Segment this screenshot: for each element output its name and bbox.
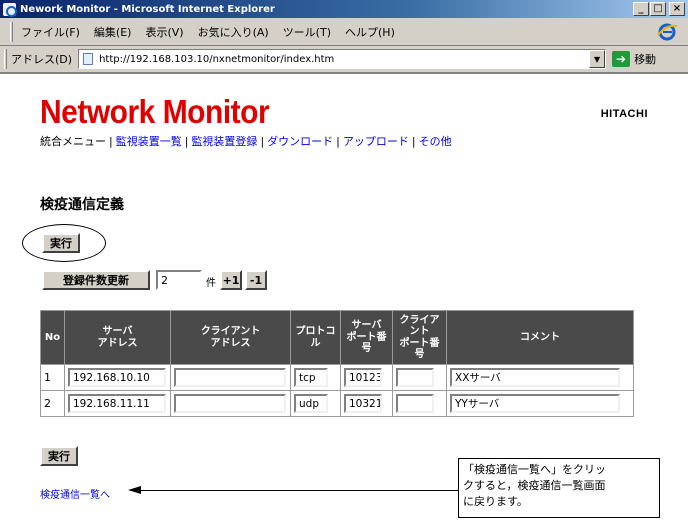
- client-address-input[interactable]: [174, 394, 286, 413]
- header-client-port: クライア ント ポート番 号: [392, 310, 447, 365]
- window-title: Nework Monitor - Microsoft Internet Expl…: [20, 3, 275, 15]
- nav-link-device-register[interactable]: 監視装置登録: [191, 135, 257, 148]
- table-header-row: No サーバ アドレス クライアント アドレス プロトコ ル サーバ ポート番 …: [40, 310, 634, 365]
- execute-button-top[interactable]: 実行: [42, 233, 80, 253]
- go-button[interactable]: ➔ 移動: [612, 51, 656, 67]
- address-input[interactable]: http://192.168.103.10/nxnetmonitor/index…: [78, 49, 607, 69]
- address-url: http://192.168.103.10/nxnetmonitor/index…: [99, 53, 335, 65]
- update-count-button[interactable]: 登録件数更新: [42, 270, 150, 290]
- hitachi-brand: HITACHI: [600, 108, 648, 120]
- window-controls: _ □ ×: [633, 2, 685, 16]
- increment-button[interactable]: +1: [220, 270, 242, 290]
- network-monitor-logo: Network Monitor: [40, 94, 270, 131]
- menu-edit[interactable]: 編集(E): [94, 24, 132, 40]
- menu-bar: ファイル(F) 編集(E) 表示(V) お気に入り(A) ツール(T) ヘルプ(…: [0, 18, 688, 46]
- toolbar-grip[interactable]: [4, 49, 7, 69]
- close-button[interactable]: ×: [669, 2, 685, 16]
- protocol-input[interactable]: udp: [294, 394, 328, 413]
- header-protocol: プロトコ ル: [290, 310, 341, 365]
- menu-view[interactable]: 表示(V): [145, 24, 183, 40]
- comment-input[interactable]: XXサーバ: [450, 368, 620, 387]
- comment-input[interactable]: YYサーバ: [450, 394, 620, 413]
- count-unit-label: 件: [206, 278, 216, 289]
- minimize-button[interactable]: _: [633, 2, 649, 16]
- menu-help[interactable]: ヘルプ(H): [345, 24, 395, 40]
- client-address-input[interactable]: [174, 368, 286, 387]
- menu-tools[interactable]: ツール(T): [283, 24, 331, 40]
- row-number: 1: [40, 364, 65, 391]
- server-address-input[interactable]: 192.168.10.10: [68, 368, 166, 387]
- server-port-input[interactable]: 10123: [344, 368, 382, 387]
- nav-link-upload[interactable]: アップロード: [343, 135, 409, 148]
- decrement-button[interactable]: -1: [245, 270, 267, 290]
- quarantine-table: No サーバ アドレス クライアント アドレス プロトコ ル サーバ ポート番 …: [40, 310, 634, 417]
- client-port-input[interactable]: [396, 368, 434, 387]
- ie-app-icon: [3, 2, 17, 17]
- nav-link-device-list[interactable]: 監視装置一覧: [116, 135, 182, 148]
- nav-link-other[interactable]: その他: [419, 135, 452, 148]
- title-bar: Nework Monitor - Microsoft Internet Expl…: [0, 0, 688, 18]
- page-title: 検疫通信定義: [40, 197, 124, 213]
- go-arrow-icon: ➔: [612, 51, 631, 67]
- menu-favorites[interactable]: お気に入り(A): [198, 24, 269, 40]
- toolbar-grip[interactable]: [10, 21, 13, 42]
- table-row: 2 192.168.11.11 udp 10321 YYサーバ: [40, 390, 634, 417]
- nav-integrated-menu: 統合メニュー: [40, 135, 106, 148]
- server-port-input[interactable]: 10321: [344, 394, 382, 413]
- server-address-input[interactable]: 192.168.11.11: [68, 394, 166, 413]
- header-server-address: サーバ アドレス: [64, 310, 171, 365]
- client-port-input[interactable]: [396, 394, 434, 413]
- table-row: 1 192.168.10.10 tcp 10123 XXサーバ: [40, 364, 634, 391]
- count-input[interactable]: 2: [156, 270, 202, 290]
- header-comment: コメント: [446, 310, 634, 365]
- maximize-button[interactable]: □: [650, 2, 666, 16]
- header-server-port: サーバ ポート番 号: [340, 310, 393, 365]
- address-label: アドレス(D): [11, 53, 73, 66]
- menu-file[interactable]: ファイル(F): [21, 24, 80, 40]
- header-no: No: [40, 310, 65, 365]
- chevron-down-icon[interactable]: ▼: [589, 50, 606, 68]
- execute-button-bottom[interactable]: 実行: [40, 446, 78, 466]
- nav-menu: 統合メニュー | 監視装置一覧 | 監視装置登録 | ダウンロード | アップロード | その他: [40, 135, 452, 148]
- nav-link-download[interactable]: ダウンロード: [267, 135, 333, 148]
- page-content: Network Monitor HITACHI 統合メニュー | 監視装置一覧 | 監視…: [0, 76, 688, 524]
- protocol-input[interactable]: tcp: [294, 368, 328, 387]
- header-client-address: クライアント アドレス: [170, 310, 291, 365]
- row-number: 2: [40, 390, 65, 417]
- back-to-list-link[interactable]: 検疫通信一覧へ: [40, 486, 110, 501]
- callout-arrow-line: [140, 490, 458, 491]
- page-icon: [83, 53, 94, 65]
- go-label: 移動: [634, 53, 657, 66]
- address-bar: アドレス(D) http://192.168.103.10/nxnetmonit…: [0, 46, 688, 74]
- ie-logo-icon: [657, 23, 678, 41]
- callout-note: 「検疫通信一覧へ」をクリッ クすると，検疫通信一覧画面 に戻ります。: [458, 458, 660, 518]
